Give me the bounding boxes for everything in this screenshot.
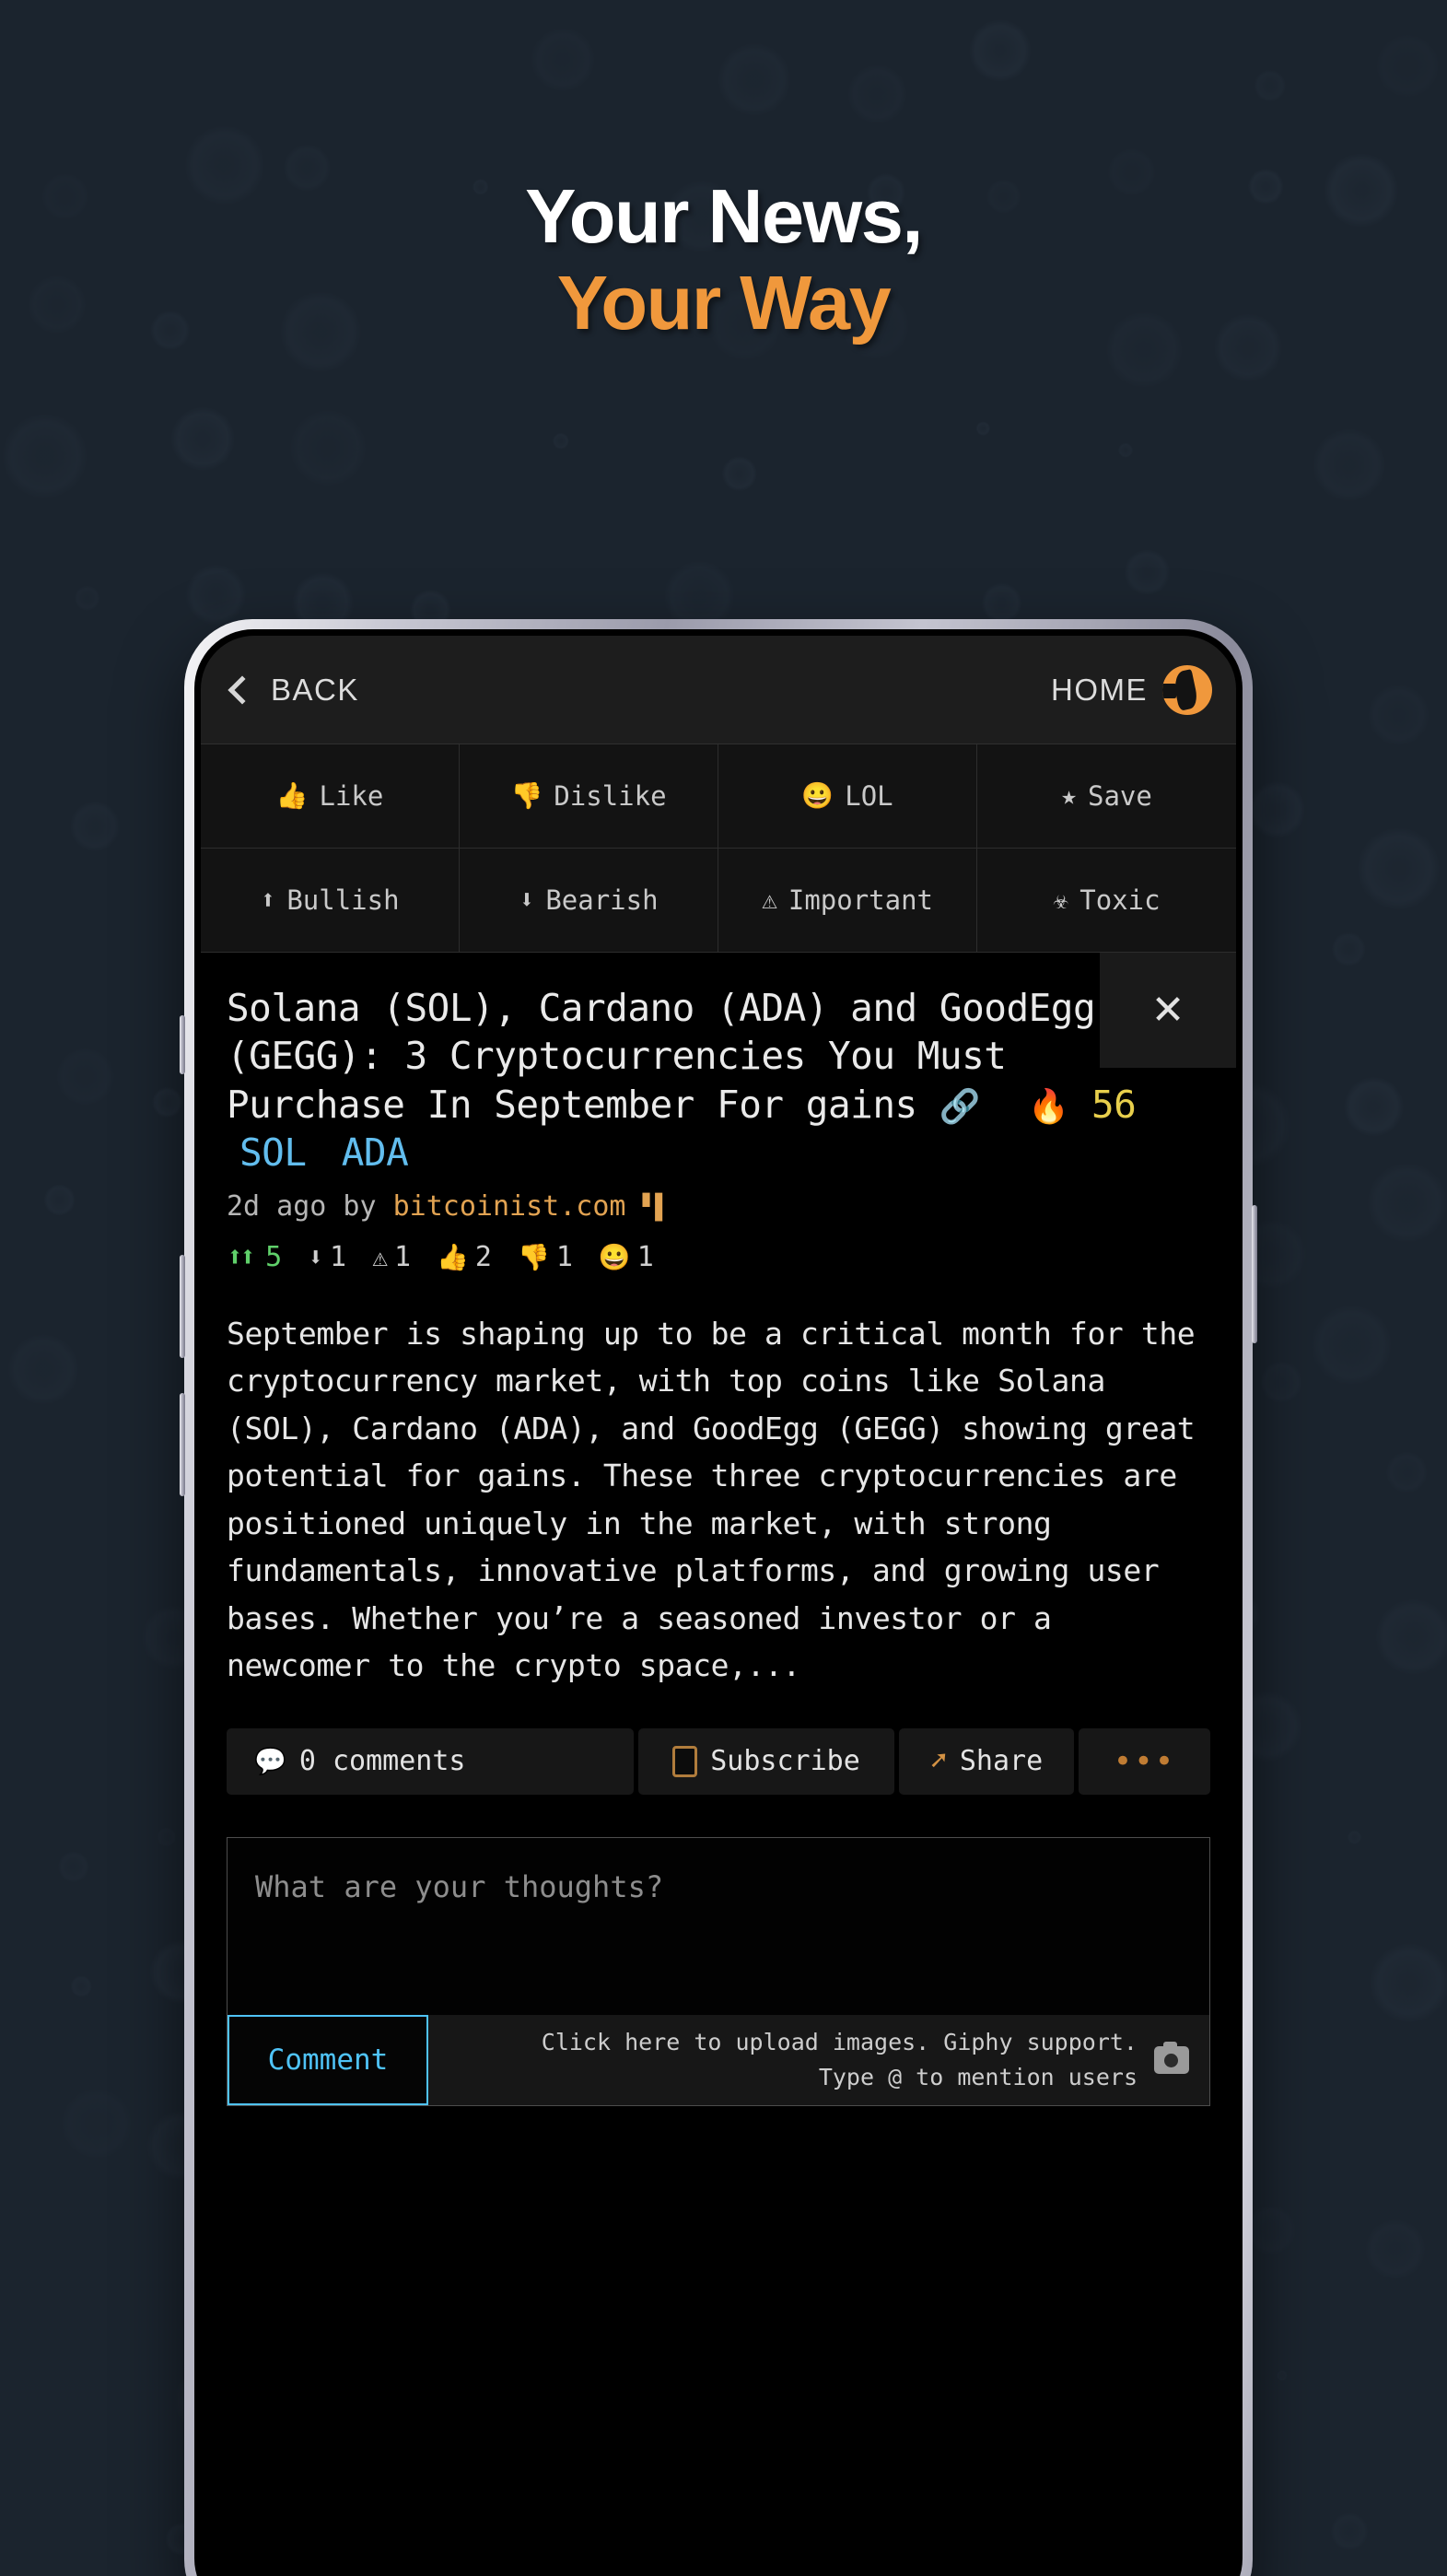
app-top-bar: BACK HOME bbox=[201, 636, 1236, 744]
stat-value: 1 bbox=[330, 1240, 347, 1273]
article-action-bar: 💬 0 comments Subscribe ➚ Share ••• bbox=[227, 1727, 1210, 1795]
stat-thumbs-down: 👎 1 bbox=[518, 1241, 573, 1273]
comment-composer: What are your thoughts? Comment Click he… bbox=[227, 1836, 1210, 2106]
camera-icon[interactable] bbox=[1154, 2041, 1189, 2074]
tag-ada[interactable]: ADA bbox=[342, 1130, 409, 1175]
screen-filler bbox=[201, 2105, 1236, 2493]
close-icon[interactable]: ✕ bbox=[1100, 953, 1236, 1068]
laughing-face-icon: 😀 bbox=[598, 1241, 631, 1272]
article-title[interactable]: Solana (SOL), Cardano (ADA) and GoodEgg … bbox=[227, 984, 1184, 1177]
marketing-headline: Your News, Your Way bbox=[0, 175, 1447, 348]
headline-line-1: Your News, bbox=[525, 173, 923, 259]
reaction-like-button[interactable]: 👍 Like bbox=[201, 744, 460, 849]
back-button[interactable]: BACK bbox=[228, 673, 359, 708]
thumbs-up-icon: 👍 bbox=[437, 1241, 469, 1272]
comments-label: 0 comments bbox=[298, 1745, 466, 1778]
article-stats-row: ⬆⬆ 5 ⬇ 1 ⚠ 1 👍 2 👎 1 😀 1 bbox=[227, 1241, 1210, 1273]
fire-icon: 🔥 bbox=[1028, 1087, 1069, 1126]
app-logo-icon bbox=[1162, 664, 1212, 715]
reaction-button-grid: 👍 Like 👎 Dislike 😀 LOL ★ Save ⬆ Bullish ⬇ Bearish ⚠ I… bbox=[201, 744, 1236, 953]
reaction-lol-button[interactable]: 😀 LOL bbox=[718, 744, 977, 849]
stat-double-up-arrow: ⬆⬆ 5 bbox=[227, 1241, 282, 1273]
home-button[interactable]: HOME bbox=[1051, 664, 1212, 715]
phone-bezel: BACK HOME 👍 Like 👎 Dislike 😀 LOL ★ Save ⬆ Bullish… bbox=[194, 629, 1243, 2576]
hotness-value: 56 bbox=[1091, 1082, 1137, 1127]
back-label: BACK bbox=[271, 672, 359, 707]
byline-source[interactable]: bitcoinist.com bbox=[393, 1190, 626, 1223]
stat-value: 5 bbox=[265, 1240, 283, 1273]
thumbs-down-icon: 👎 bbox=[510, 780, 543, 811]
upload-hint-text: Click here to upload images. Giphy suppo… bbox=[542, 2025, 1138, 2094]
stat-value: 1 bbox=[636, 1240, 654, 1273]
phone-mute-switch[interactable] bbox=[180, 1015, 185, 1074]
stat-value: 2 bbox=[474, 1240, 492, 1273]
external-link-icon[interactable]: 🔗 bbox=[939, 1088, 981, 1126]
article-body: September is shaping up to be a critical… bbox=[227, 1315, 1213, 1684]
reaction-label: Bullish bbox=[286, 884, 400, 916]
bar-chart-icon[interactable]: ▘▌ bbox=[643, 1194, 670, 1222]
reaction-label: Bearish bbox=[545, 884, 659, 916]
phone-power-button[interactable] bbox=[1252, 1205, 1257, 1343]
subscribe-button[interactable]: Subscribe bbox=[638, 1727, 894, 1795]
article-card: ✕ Solana (SOL), Cardano (ADA) and GoodEg… bbox=[201, 953, 1236, 1690]
warning-triangle-icon: ⚠ bbox=[372, 1241, 388, 1272]
subscribe-label: Subscribe bbox=[710, 1745, 860, 1778]
double-up-arrow-icon: ⬆⬆ bbox=[227, 1240, 256, 1273]
biohazard-icon: ☣ bbox=[1053, 884, 1069, 915]
down-arrow-icon: ⬇ bbox=[308, 1241, 324, 1272]
share-label: Share bbox=[959, 1745, 1044, 1778]
arrow-up-icon: ⬆ bbox=[260, 884, 276, 915]
stat-laughing-face: 😀 1 bbox=[599, 1241, 654, 1273]
stat-down-arrow: ⬇ 1 bbox=[308, 1241, 346, 1273]
chevron-left-icon bbox=[228, 674, 257, 705]
reaction-save-button[interactable]: ★ Save bbox=[977, 744, 1236, 849]
stat-value: 1 bbox=[393, 1240, 412, 1273]
comment-composer-footer: Comment Click here to upload images. Gip… bbox=[228, 2014, 1209, 2105]
share-arrow-icon: ➚ bbox=[929, 1745, 947, 1778]
reaction-label: Dislike bbox=[554, 780, 667, 812]
reaction-label: Toxic bbox=[1079, 884, 1161, 916]
byline-time: 2d ago by bbox=[227, 1189, 377, 1223]
upload-hint-line-2: Type @ to mention users bbox=[818, 2063, 1138, 2090]
stat-thumbs-up: 👍 2 bbox=[437, 1241, 492, 1273]
phone-volume-down-button[interactable] bbox=[180, 1393, 185, 1496]
reaction-label: Save bbox=[1088, 780, 1152, 812]
reaction-label: LOL bbox=[845, 780, 893, 812]
tag-sol[interactable]: SOL bbox=[239, 1130, 307, 1175]
stat-warning-triangle: ⚠ 1 bbox=[372, 1241, 411, 1273]
phone-screen: BACK HOME 👍 Like 👎 Dislike 😀 LOL ★ Save ⬆ Bullish… bbox=[201, 636, 1236, 2576]
comment-input[interactable]: What are your thoughts? bbox=[228, 1838, 1209, 2015]
thumbs-up-icon: 👍 bbox=[275, 780, 309, 811]
headline-line-2: Your Way bbox=[556, 259, 892, 345]
reaction-important-button[interactable]: ⚠ Important bbox=[718, 849, 977, 953]
arrow-down-icon: ⬇ bbox=[519, 884, 535, 915]
phone-volume-up-button[interactable] bbox=[180, 1255, 185, 1358]
comment-submit-button[interactable]: Comment bbox=[228, 2014, 428, 2105]
subscribe-checkbox-icon[interactable] bbox=[672, 1745, 698, 1777]
star-icon: ★ bbox=[1061, 780, 1077, 811]
upload-hint-line-1: Click here to upload images. Giphy suppo… bbox=[541, 2029, 1138, 2056]
reaction-dislike-button[interactable]: 👎 Dislike bbox=[460, 744, 718, 849]
speech-bubble-icon: 💬 bbox=[254, 1746, 286, 1777]
reaction-label: Important bbox=[788, 884, 933, 916]
reaction-bullish-button[interactable]: ⬆ Bullish bbox=[201, 849, 460, 953]
phone-mockup: BACK HOME 👍 Like 👎 Dislike 😀 LOL ★ Save ⬆ Bullish… bbox=[180, 619, 1257, 2576]
share-button[interactable]: ➚ Share bbox=[899, 1727, 1074, 1795]
upload-hint[interactable]: Click here to upload images. Giphy suppo… bbox=[428, 2014, 1209, 2105]
thumbs-down-icon: 👎 bbox=[517, 1241, 550, 1272]
article-byline: 2d ago by bitcoinist.com ▘▌ bbox=[227, 1190, 1210, 1223]
stat-value: 1 bbox=[555, 1240, 573, 1273]
more-options-icon[interactable]: ••• bbox=[1079, 1727, 1210, 1795]
laughing-face-icon: 😀 bbox=[801, 780, 834, 811]
reaction-bearish-button[interactable]: ⬇ Bearish bbox=[460, 849, 718, 953]
comments-button[interactable]: 💬 0 comments bbox=[227, 1727, 634, 1795]
reaction-label: Like bbox=[319, 780, 384, 812]
home-label: HOME bbox=[1051, 672, 1148, 707]
warning-triangle-icon: ⚠ bbox=[762, 884, 777, 915]
reaction-toxic-button[interactable]: ☣ Toxic bbox=[977, 849, 1236, 953]
